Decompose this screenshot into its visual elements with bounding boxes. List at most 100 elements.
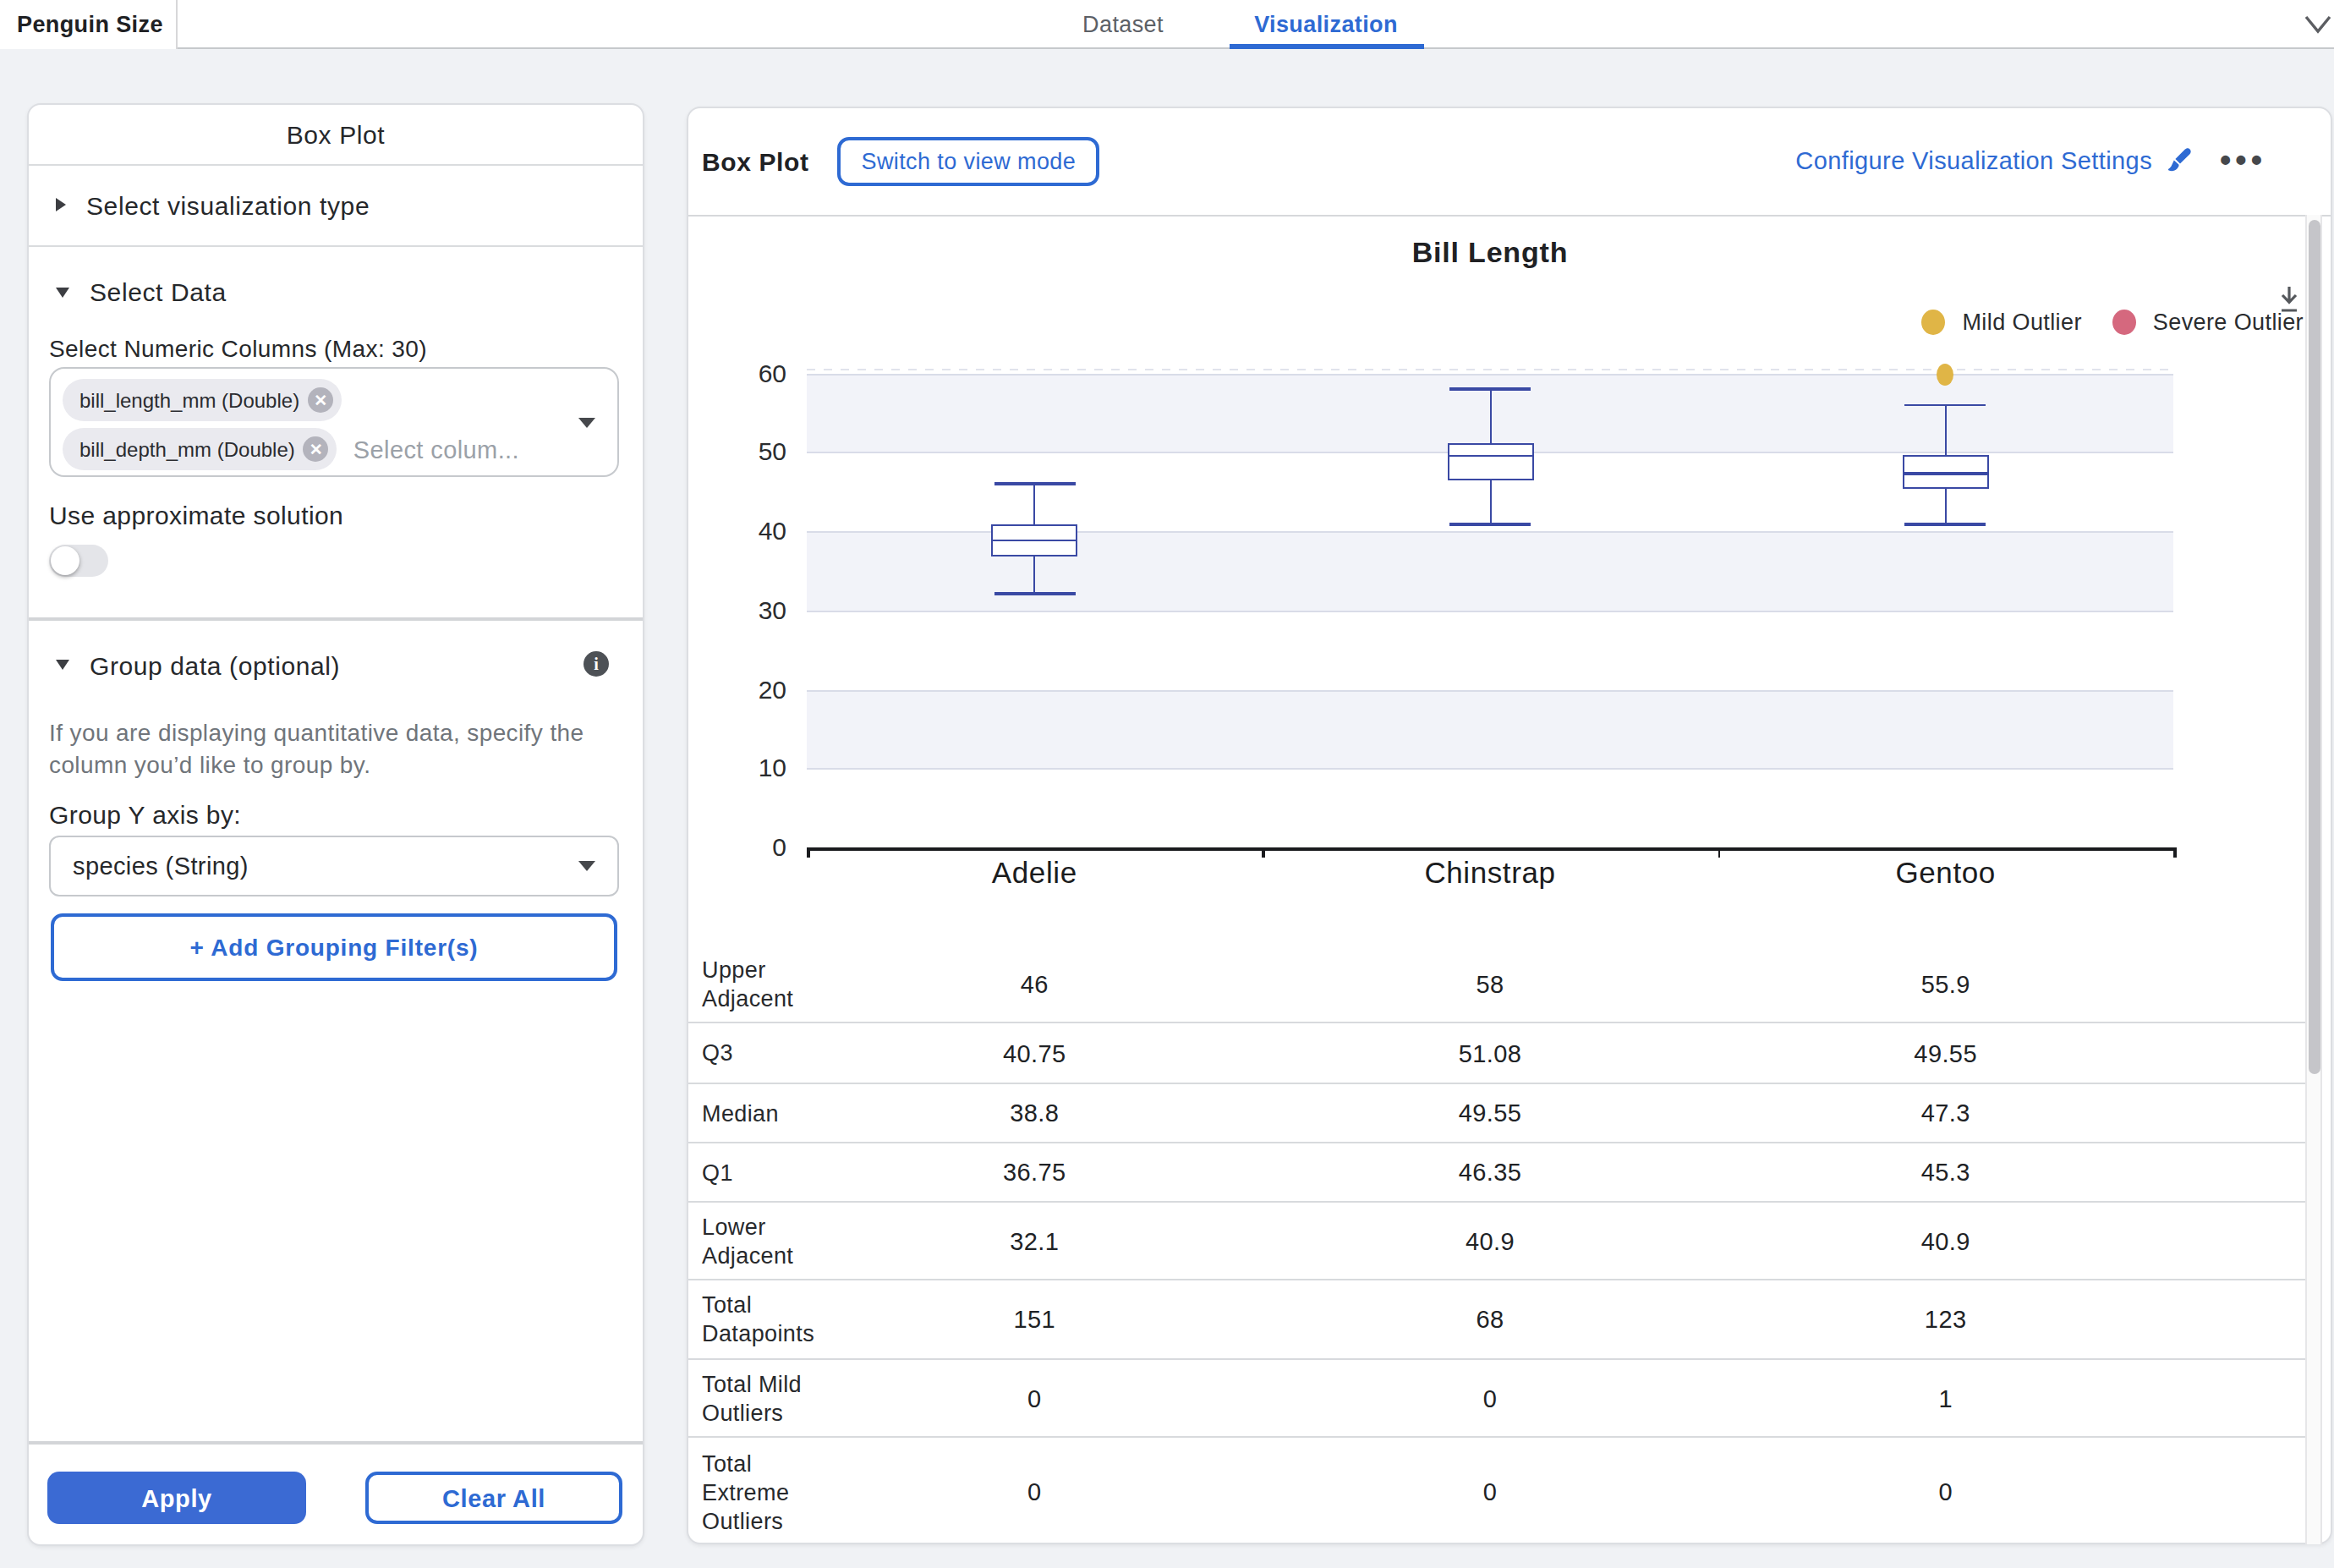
box-whisker-lower <box>1945 489 1947 524</box>
stats-row-label: Total Mild Outliers <box>702 1369 841 1427</box>
grid-band <box>807 689 2173 769</box>
caret-down-icon <box>56 660 69 670</box>
grid-line <box>807 689 2173 691</box>
stats-value: 1 <box>1938 1384 1953 1412</box>
x-axis-tick <box>1718 847 1720 858</box>
section-group-data[interactable]: Group data (optional) i <box>29 641 643 688</box>
chart-legend: Mild Outlier Severe Outlier <box>1921 309 2304 334</box>
x-axis-tick <box>807 847 809 858</box>
legend-item: Mild Outlier <box>1921 309 2081 334</box>
grid-line <box>807 373 2173 375</box>
stats-value: 47.3 <box>1921 1099 1970 1127</box>
box-whisker-upper <box>1945 405 1947 455</box>
stats-value: 40.9 <box>1921 1227 1970 1254</box>
document-tab-label: Penguin Size <box>17 12 163 37</box>
visualization-header: Box Plot Switch to view mode Configure V… <box>688 108 2331 216</box>
x-category-label: Gentoo <box>1811 857 2081 887</box>
legend-label: Mild Outlier <box>1962 309 2081 334</box>
tab-dataset[interactable]: Dataset <box>1074 0 1172 47</box>
stats-value: 0 <box>1483 1384 1498 1412</box>
remove-chip-icon[interactable]: ✕ <box>308 387 333 413</box>
numeric-columns-label: Select Numeric Columns (Max: 30) <box>49 335 427 362</box>
stats-row-label: Median <box>702 1099 841 1127</box>
legend-item: Severe Outlier <box>2112 309 2304 334</box>
stats-value: 32.1 <box>1010 1227 1059 1254</box>
tab-dataset-label: Dataset <box>1082 11 1164 36</box>
group-by-select[interactable]: species (String) <box>49 836 619 896</box>
y-axis-tick-label: 0 <box>719 832 786 861</box>
section-select-data[interactable]: Select Data <box>29 246 643 337</box>
x-axis-tick <box>1263 847 1265 858</box>
section-select-visualization-type[interactable]: Select visualization type <box>29 165 643 244</box>
selected-column-chip: bill_depth_mm (Double) ✕ <box>63 428 337 470</box>
caret-down-icon <box>56 287 69 297</box>
stats-value: 49.55 <box>1459 1099 1522 1127</box>
add-grouping-filters-label: + Add Grouping Filter(s) <box>190 934 479 961</box>
grid-dashes <box>807 369 2173 371</box>
caret-right-icon <box>56 198 66 211</box>
info-icon[interactable]: i <box>584 651 609 677</box>
stats-row: Lower Adjacent 32.1 40.9 40.9 <box>688 1201 2307 1279</box>
stats-row: Median38.849.5547.3 <box>688 1083 2307 1142</box>
box-median-line <box>1903 472 1989 474</box>
stats-row-label: Lower Adjacent <box>702 1212 841 1269</box>
box-whisker-lower <box>1033 556 1035 593</box>
apply-button[interactable]: Apply <box>47 1472 306 1524</box>
group-data-description: If you are displaying quantitative data,… <box>49 717 616 781</box>
box-upper-adjacent-cap <box>994 482 1075 485</box>
stats-value: 36.75 <box>1003 1159 1066 1186</box>
legend-marker-icon <box>2112 309 2136 334</box>
box-whisker-lower <box>1489 481 1491 524</box>
more-options-button[interactable]: ••• <box>2220 143 2266 180</box>
x-axis-tick <box>2173 847 2176 858</box>
section-label: Select Data <box>90 277 227 306</box>
stats-row: Q136.7546.3545.3 <box>688 1142 2307 1201</box>
approximate-solution-toggle[interactable] <box>49 545 108 577</box>
document-tab[interactable]: Penguin Size <box>0 0 178 48</box>
numeric-columns-multiselect[interactable]: bill_length_mm (Double) ✕ bill_depth_mm … <box>49 367 619 477</box>
chevron-down-icon[interactable] <box>2304 14 2332 36</box>
dropdown-caret-icon <box>578 861 595 871</box>
tab-visualization-label: Visualization <box>1254 11 1398 36</box>
tab-visualization[interactable]: Visualization <box>1226 0 1426 47</box>
visualization-title: Box Plot <box>702 147 809 176</box>
download-chart-icon[interactable] <box>2275 283 2304 312</box>
stats-value: 51.08 <box>1459 1039 1522 1066</box>
chart-title: Bill Length <box>807 236 2173 270</box>
grid-line <box>807 769 2173 770</box>
configure-visualization-settings-link[interactable]: Configure Visualization Settings <box>1795 148 2191 175</box>
stats-value: 0 <box>1483 1478 1498 1505</box>
configure-link-label: Configure Visualization Settings <box>1795 148 2152 175</box>
stats-row-label: Q1 <box>702 1158 841 1187</box>
divider <box>29 617 643 621</box>
dropdown-caret-icon[interactable] <box>578 417 595 427</box>
stats-value: 40.75 <box>1003 1039 1066 1066</box>
stats-value: 0 <box>1027 1478 1042 1505</box>
toggle-knob <box>51 546 79 575</box>
chip-label: bill_length_mm (Double) <box>79 388 299 412</box>
vertical-scrollbar[interactable] <box>2305 215 2322 1544</box>
stats-row: Upper Adjacent465855.9 <box>688 946 2307 1022</box>
remove-chip-icon[interactable]: ✕ <box>304 436 329 462</box>
y-axis-tick-label: 30 <box>719 595 786 624</box>
legend-marker-icon <box>1921 309 1945 334</box>
y-axis-tick-label: 50 <box>719 437 786 466</box>
screen: Penguin Size Dataset Visualization Box P… <box>0 0 2334 1568</box>
x-axis-line <box>807 847 2173 850</box>
box-whisker-upper <box>1033 484 1035 525</box>
group-y-axis-label: Group Y axis by: <box>49 800 241 829</box>
x-category-label: Adelie <box>899 857 1170 887</box>
add-grouping-filters-button[interactable]: + Add Grouping Filter(s) <box>51 913 617 981</box>
box-lower-adjacent-cap <box>1449 523 1531 525</box>
stats-table: Upper Adjacent465855.9Q340.7551.0849.55M… <box>688 946 2307 1546</box>
stats-row: Total Datapoints15168123 <box>688 1279 2307 1358</box>
group-by-value: species (String) <box>73 853 249 880</box>
stats-row: Total Mild Outliers001 <box>688 1358 2307 1436</box>
panel-footer: Apply Clear All <box>29 1441 643 1544</box>
clear-all-button[interactable]: Clear All <box>365 1472 622 1524</box>
switch-to-view-mode-button[interactable]: Switch to view mode <box>838 137 1100 186</box>
box-lower-adjacent-cap <box>1905 523 1986 525</box>
stats-value: 40.9 <box>1466 1227 1515 1254</box>
scrollbar-thumb[interactable] <box>2309 220 2320 1074</box>
selected-column-chip: bill_length_mm (Double) ✕ <box>63 379 341 421</box>
